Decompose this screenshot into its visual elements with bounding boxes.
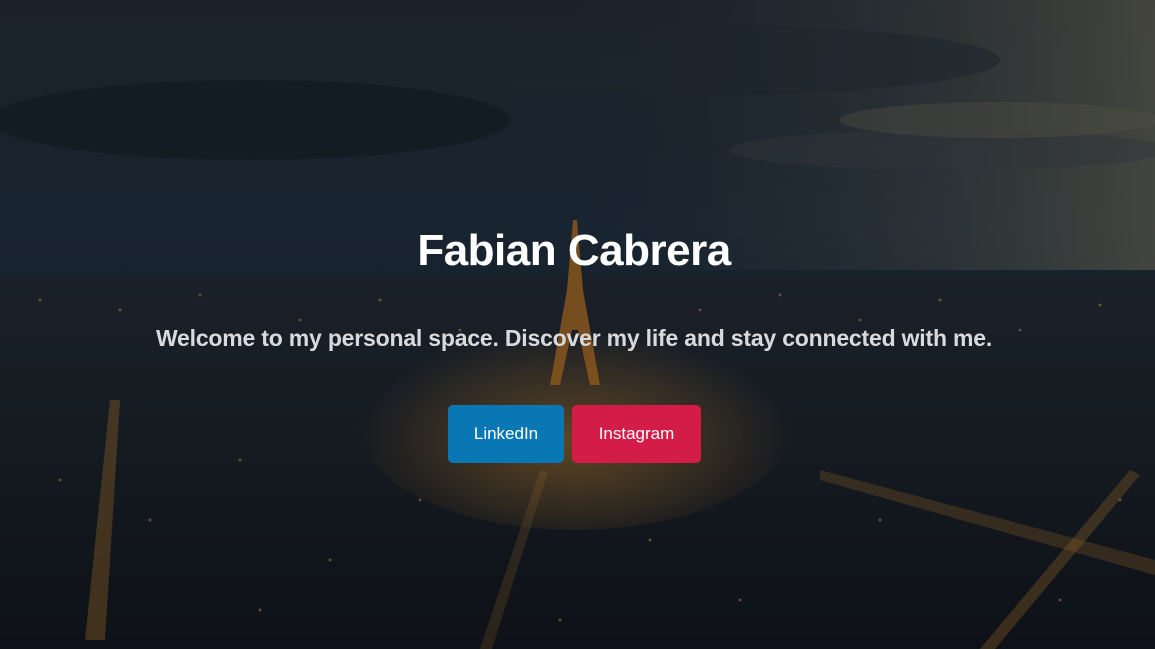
instagram-button[interactable]: Instagram [572,405,701,463]
instagram-button-label: Instagram [598,424,675,443]
page-title: Fabian Cabrera [417,226,731,275]
linkedin-button-label: LinkedIn [473,424,539,443]
linkedin-button[interactable]: LinkedIn [448,405,564,463]
hero-content: Fabian Cabrera Welcome to my personal sp… [0,0,1155,649]
hero-section: Fabian Cabrera Welcome to my personal sp… [0,0,1155,649]
hero-tagline: Welcome to my personal space. Discover m… [155,325,993,351]
